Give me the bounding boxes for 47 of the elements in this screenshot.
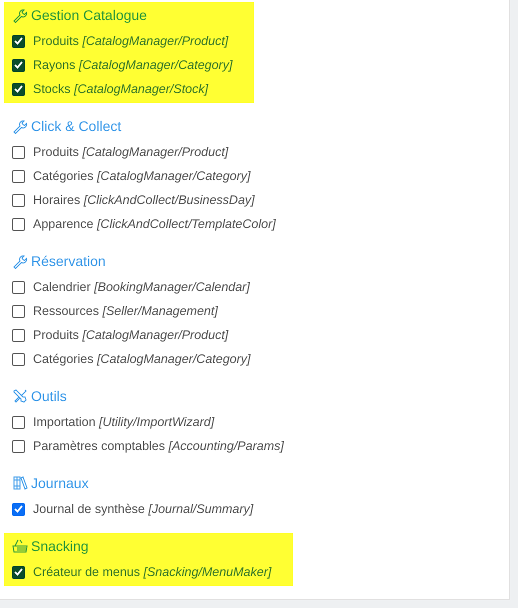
wrench-icon xyxy=(12,253,28,269)
basket-icon xyxy=(12,538,28,554)
checkbox[interactable] xyxy=(12,194,25,206)
checkbox[interactable] xyxy=(12,440,25,452)
tools-icon xyxy=(12,388,28,404)
check-icon xyxy=(14,61,23,69)
permission-label: Horaires [ClickAndCollect/BusinessDay] xyxy=(33,193,255,207)
checkbox[interactable] xyxy=(12,566,25,578)
check-icon xyxy=(14,568,23,576)
checkbox[interactable] xyxy=(12,502,25,516)
books-icon xyxy=(12,475,28,491)
section-title: Click & Collect xyxy=(31,118,122,134)
permission-label: Produits [CatalogManager/Product] xyxy=(33,145,228,159)
section-title: Outils xyxy=(31,388,67,404)
section-title: Journaux xyxy=(31,475,89,491)
permission-label: Ressources [Seller/Management] xyxy=(33,304,218,318)
section-title: Réservation xyxy=(31,253,106,269)
permission-label: Importation [Utility/ImportWizard] xyxy=(33,415,214,429)
checkbox[interactable] xyxy=(12,304,25,318)
permission-label: Catégories [CatalogManager/Category] xyxy=(33,169,250,183)
checkbox[interactable] xyxy=(12,34,25,48)
checkbox[interactable] xyxy=(12,328,25,342)
permission-label: Créateur de menus [Snacking/MenuMaker] xyxy=(33,565,272,579)
permission-label: Catégories [CatalogManager/Category] xyxy=(33,352,250,366)
checkbox[interactable] xyxy=(12,280,25,294)
checkbox[interactable] xyxy=(12,352,25,366)
permission-label: Journal de synthèse [Journal/Summary] xyxy=(33,502,254,516)
permission-label: Rayons [CatalogManager/Category] xyxy=(33,58,232,72)
check-icon xyxy=(14,85,23,93)
checkbox[interactable] xyxy=(12,218,25,230)
checkbox[interactable] xyxy=(12,416,25,428)
permission-label: Calendrier [BookingManager/Calendar] xyxy=(33,280,250,294)
permission-label: Stocks [CatalogManager/Stock] xyxy=(33,82,208,96)
permission-label: Produits [CatalogManager/Product] xyxy=(33,34,228,48)
checkbox[interactable] xyxy=(12,82,25,96)
section-title: Snacking xyxy=(31,538,89,554)
checkbox[interactable] xyxy=(12,58,25,72)
checkbox[interactable] xyxy=(12,170,25,182)
checkbox[interactable] xyxy=(12,146,25,158)
wrench-icon xyxy=(12,118,28,134)
check-icon xyxy=(14,505,23,513)
permission-label: Paramètres comptables [Accounting/Params] xyxy=(33,439,284,453)
check-icon xyxy=(14,37,23,45)
wrench-icon xyxy=(12,7,28,23)
permission-label: Apparence [ClickAndCollect/TemplateColor] xyxy=(33,217,276,231)
section-title: Gestion Catalogue xyxy=(31,7,147,23)
permission-label: Produits [CatalogManager/Product] xyxy=(33,328,228,342)
